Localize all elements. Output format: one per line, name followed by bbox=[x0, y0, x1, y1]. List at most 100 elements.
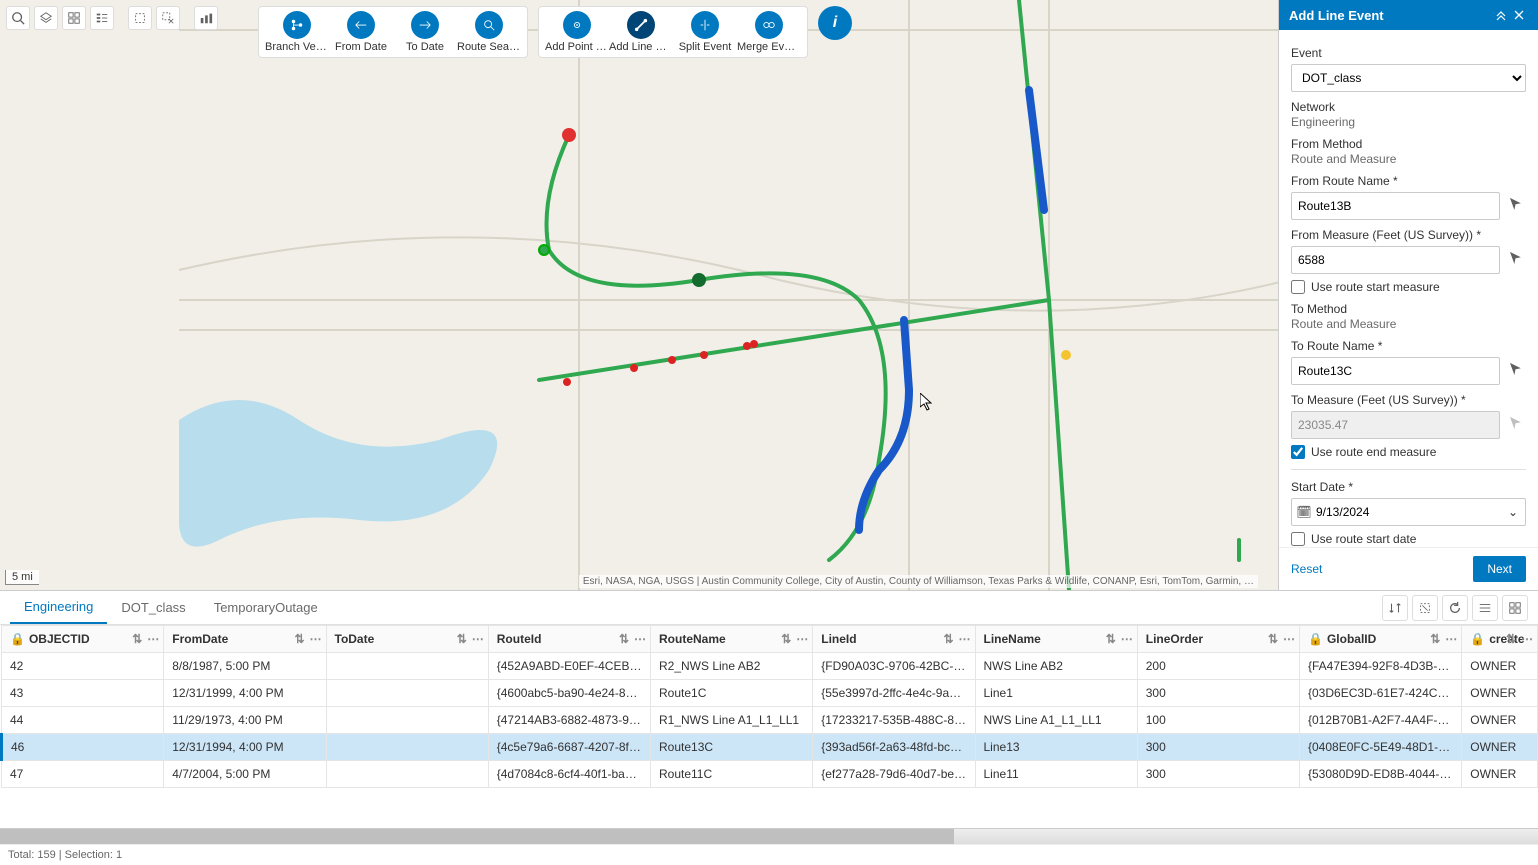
menu-icon[interactable]: ⋯ bbox=[310, 633, 322, 645]
menu-icon[interactable]: ⋯ bbox=[1445, 633, 1457, 645]
sort-icon[interactable]: ⇅ bbox=[294, 633, 306, 645]
select-icon[interactable] bbox=[128, 6, 152, 30]
table-cell[interactable]: Line13 bbox=[975, 734, 1137, 761]
route-search-button[interactable]: Route Search bbox=[457, 11, 521, 53]
refresh-tool-icon[interactable] bbox=[1442, 595, 1468, 621]
table-cell[interactable]: {4d7084c8-6cf4-40f1-ba3… bbox=[488, 761, 650, 788]
table-cell[interactable] bbox=[326, 707, 488, 734]
table-cell[interactable]: 100 bbox=[1137, 707, 1299, 734]
table-cell[interactable]: {03D6EC3D-61E7-424C-9… bbox=[1300, 680, 1462, 707]
menu-icon[interactable]: ⋯ bbox=[147, 633, 159, 645]
event-select[interactable]: DOT_class bbox=[1291, 64, 1526, 92]
table-cell[interactable]: {FD90A03C-9706-42BC-9… bbox=[813, 653, 975, 680]
grid-tool-icon[interactable] bbox=[1502, 595, 1528, 621]
next-button[interactable]: Next bbox=[1473, 556, 1526, 582]
sort-tool-icon[interactable] bbox=[1382, 595, 1408, 621]
add-point-event-button[interactable]: Add Point E… bbox=[545, 11, 609, 53]
table-cell[interactable]: Line1 bbox=[975, 680, 1137, 707]
table-cell[interactable]: {55e3997d-2ffc-4e4c-9a6… bbox=[813, 680, 975, 707]
table-cell[interactable]: {47214AB3-6882-4873-94… bbox=[488, 707, 650, 734]
sort-icon[interactable]: ⇅ bbox=[1429, 633, 1441, 645]
table-cell[interactable]: OWNER bbox=[1462, 680, 1538, 707]
tab-temporary-outage[interactable]: TemporaryOutage bbox=[200, 592, 332, 623]
sort-icon[interactable]: ⇅ bbox=[618, 633, 630, 645]
search-icon[interactable] bbox=[6, 6, 30, 30]
add-line-event-button[interactable]: Add Line E… bbox=[609, 11, 673, 53]
table-cell[interactable]: OWNER bbox=[1462, 653, 1538, 680]
table-cell[interactable]: 44 bbox=[2, 707, 164, 734]
column-header[interactable]: LineOrder⇅⋯ bbox=[1137, 626, 1299, 653]
table-cell[interactable]: {4600abc5-ba90-4e24-8a… bbox=[488, 680, 650, 707]
table-row[interactable]: 4612/31/1994, 4:00 PM{4c5e79a6-6687-4207… bbox=[2, 734, 1538, 761]
basemap-icon[interactable] bbox=[62, 6, 86, 30]
filter-tool-icon[interactable] bbox=[1412, 595, 1438, 621]
table-cell[interactable]: OWNER bbox=[1462, 734, 1538, 761]
reset-button[interactable]: Reset bbox=[1291, 562, 1322, 576]
table-cell[interactable] bbox=[326, 653, 488, 680]
table-row[interactable]: 4312/31/1999, 4:00 PM {4600abc5-ba90-4e24… bbox=[2, 680, 1538, 707]
column-header[interactable]: ToDate⇅⋯ bbox=[326, 626, 488, 653]
from-measure-input[interactable] bbox=[1291, 246, 1500, 274]
table-cell[interactable]: 300 bbox=[1137, 734, 1299, 761]
table-cell[interactable]: Route11C bbox=[651, 761, 813, 788]
table-cell[interactable] bbox=[326, 680, 488, 707]
tab-dot-class[interactable]: DOT_class bbox=[107, 592, 199, 623]
menu-icon[interactable]: ⋯ bbox=[959, 633, 971, 645]
branch-versioning-button[interactable]: Branch Vers… bbox=[265, 11, 329, 53]
sort-icon[interactable]: ⇅ bbox=[1267, 633, 1279, 645]
table-cell[interactable]: 43 bbox=[2, 680, 164, 707]
attribute-table[interactable]: 🔒OBJECTID⇅⋯FromDate⇅⋯ToDate⇅⋯RouteId⇅⋯Ro… bbox=[0, 625, 1538, 788]
column-header[interactable]: LineId⇅⋯ bbox=[813, 626, 975, 653]
table-cell[interactable]: OWNER bbox=[1462, 707, 1538, 734]
column-header[interactable]: RouteId⇅⋯ bbox=[488, 626, 650, 653]
sort-icon[interactable]: ⇅ bbox=[943, 633, 955, 645]
table-cell[interactable]: 47 bbox=[2, 761, 164, 788]
column-header[interactable]: 🔒OBJECTID⇅⋯ bbox=[2, 626, 164, 653]
horizontal-scrollbar[interactable] bbox=[0, 828, 1538, 844]
table-cell[interactable]: {17233217-535B-488C-82… bbox=[813, 707, 975, 734]
table-cell[interactable]: R1_NWS Line A1_L1_LL1 bbox=[651, 707, 813, 734]
table-cell[interactable]: 300 bbox=[1137, 680, 1299, 707]
map-pick-icon[interactable] bbox=[1506, 244, 1526, 272]
sort-icon[interactable]: ⇅ bbox=[131, 633, 143, 645]
legend-icon[interactable] bbox=[90, 6, 114, 30]
table-cell[interactable]: Line11 bbox=[975, 761, 1137, 788]
table-cell[interactable]: 46 bbox=[2, 734, 164, 761]
table-row[interactable]: 428/8/1987, 5:00 PM{452A9ABD-E0EF-4CEB-B… bbox=[2, 653, 1538, 680]
table-cell[interactable]: 8/8/1987, 5:00 PM bbox=[164, 653, 326, 680]
table-cell[interactable]: {0408E0FC-5E49-48D1-A… bbox=[1300, 734, 1462, 761]
table-cell[interactable]: 12/31/1994, 4:00 PM bbox=[164, 734, 326, 761]
table-cell[interactable]: 200 bbox=[1137, 653, 1299, 680]
sort-icon[interactable]: ⇅ bbox=[1105, 633, 1117, 645]
table-cell[interactable]: OWNER bbox=[1462, 761, 1538, 788]
sort-icon[interactable]: ⇅ bbox=[456, 633, 468, 645]
column-header[interactable]: LineName⇅⋯ bbox=[975, 626, 1137, 653]
table-row[interactable]: 474/7/2004, 5:00 PM {4d7084c8-6cf4-40f1-b… bbox=[2, 761, 1538, 788]
table-row[interactable]: 4411/29/1973, 4:00 PM{47214AB3-6882-4873… bbox=[2, 707, 1538, 734]
layers-icon[interactable] bbox=[34, 6, 58, 30]
use-end-measure-checkbox[interactable] bbox=[1291, 445, 1305, 459]
table-cell[interactable]: {012B70B1-A2F7-4A4F-9… bbox=[1300, 707, 1462, 734]
column-header[interactable]: 🔒create⇅⋯ bbox=[1462, 626, 1538, 653]
table-cell[interactable]: R2_NWS Line AB2 bbox=[651, 653, 813, 680]
collapse-icon[interactable] bbox=[1492, 6, 1510, 24]
chevron-down-icon[interactable]: ⌄ bbox=[1505, 505, 1521, 519]
table-cell[interactable]: NWS Line A1_L1_LL1 bbox=[975, 707, 1137, 734]
close-icon[interactable] bbox=[1510, 6, 1528, 24]
columns-tool-icon[interactable] bbox=[1472, 595, 1498, 621]
use-start-date-checkbox[interactable] bbox=[1291, 532, 1305, 546]
clear-selection-icon[interactable] bbox=[156, 6, 180, 30]
tab-engineering[interactable]: Engineering bbox=[10, 591, 107, 624]
table-cell[interactable]: 4/7/2004, 5:00 PM bbox=[164, 761, 326, 788]
menu-icon[interactable]: ⋯ bbox=[472, 633, 484, 645]
use-start-measure-checkbox[interactable] bbox=[1291, 280, 1305, 294]
menu-icon[interactable]: ⋯ bbox=[1121, 633, 1133, 645]
info-button[interactable]: i bbox=[818, 6, 852, 40]
to-date-button[interactable]: To Date bbox=[393, 11, 457, 53]
menu-icon[interactable]: ⋯ bbox=[1521, 633, 1533, 645]
table-cell[interactable]: 300 bbox=[1137, 761, 1299, 788]
column-header[interactable]: FromDate⇅⋯ bbox=[164, 626, 326, 653]
table-cell[interactable]: 12/31/1999, 4:00 PM bbox=[164, 680, 326, 707]
table-cell[interactable]: {FA47E394-92F8-4D3B-A… bbox=[1300, 653, 1462, 680]
table-cell[interactable]: {452A9ABD-E0EF-4CEB-B… bbox=[488, 653, 650, 680]
